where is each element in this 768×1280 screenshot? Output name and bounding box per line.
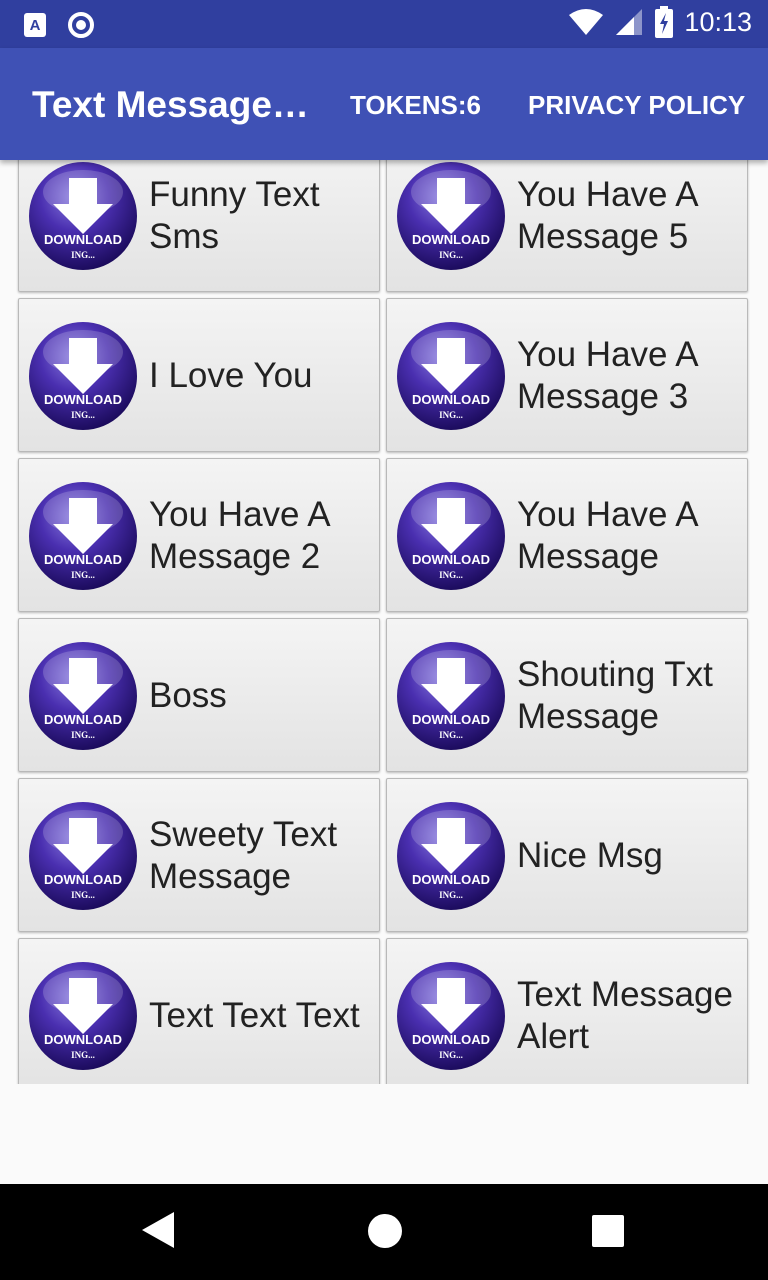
text-a-icon-letter: A — [29, 16, 41, 34]
home-icon[interactable] — [368, 1214, 402, 1248]
ringtone-list[interactable]: DOWNLOAD ING... Funny Text Sms DOWNLOAD … — [0, 160, 768, 1084]
tile-label: Nice Msg — [517, 836, 663, 875]
tile-label: I Love You — [149, 356, 313, 395]
sound-tile-8[interactable]: DOWNLOAD ING... Shouting Txt Message — [386, 618, 748, 772]
download-icon-text: DOWNLOAD — [44, 1032, 122, 1047]
signal-icon — [616, 9, 643, 35]
status-time: 10:13 — [684, 6, 752, 37]
download-icon-text: DOWNLOAD — [412, 712, 490, 727]
download-icon[interactable]: DOWNLOAD ING... — [27, 640, 139, 752]
download-icon[interactable]: DOWNLOAD ING... — [395, 960, 507, 1072]
download-icon-text: DOWNLOAD — [412, 552, 490, 567]
download-icon[interactable]: DOWNLOAD ING... — [395, 320, 507, 432]
download-icon-subtext: ING... — [71, 570, 95, 580]
sound-tile-7[interactable]: DOWNLOAD ING... Boss — [18, 618, 380, 772]
download-icon[interactable]: DOWNLOAD ING... — [395, 480, 507, 592]
tile-label: You Have A Message — [517, 495, 697, 576]
download-icon-subtext: ING... — [439, 890, 463, 900]
sound-tile-12[interactable]: DOWNLOAD ING... Text Message Alert — [386, 938, 748, 1084]
tokens-button[interactable]: TOKENS:6 — [350, 90, 481, 121]
download-icon-text: DOWNLOAD — [412, 232, 490, 247]
sound-tile-6[interactable]: DOWNLOAD ING... You Have A Message — [386, 458, 748, 612]
download-icon[interactable]: DOWNLOAD ING... — [395, 800, 507, 912]
tile-label: You Have A Message 5 — [517, 175, 697, 256]
download-icon[interactable]: DOWNLOAD ING... — [395, 160, 507, 272]
app-title: Text Message… — [32, 84, 309, 125]
battery-icon — [655, 6, 674, 38]
status-bar: A 10:13 — [0, 0, 768, 48]
download-icon[interactable]: DOWNLOAD ING... — [27, 960, 139, 1072]
download-icon-subtext: ING... — [71, 890, 95, 900]
wifi-icon — [569, 9, 604, 35]
download-icon-text: DOWNLOAD — [412, 872, 490, 887]
sound-tile-11[interactable]: DOWNLOAD ING... Text Text Text — [18, 938, 380, 1084]
tile-label: You Have A Message 3 — [517, 335, 697, 416]
privacy-policy-button[interactable]: PRIVACY POLICY — [528, 90, 745, 121]
tile-label: Shouting Txt Message — [517, 655, 713, 736]
back-icon[interactable] — [140, 1210, 176, 1250]
download-icon-text: DOWNLOAD — [44, 392, 122, 407]
download-icon-subtext: ING... — [71, 1050, 95, 1060]
tile-grid: DOWNLOAD ING... Funny Text Sms DOWNLOAD … — [18, 160, 750, 1084]
download-icon-subtext: ING... — [71, 730, 95, 740]
app-bar: Text Message… TOKENS:6 PRIVACY POLICY — [0, 48, 768, 160]
download-icon-subtext: ING... — [71, 410, 95, 420]
tile-label: Funny Text Sms — [149, 175, 320, 256]
download-icon-text: DOWNLOAD — [412, 392, 490, 407]
download-icon-text: DOWNLOAD — [44, 232, 122, 247]
sound-tile-10[interactable]: DOWNLOAD ING... Nice Msg — [386, 778, 748, 932]
download-icon-subtext: ING... — [439, 730, 463, 740]
download-icon-text: DOWNLOAD — [44, 712, 122, 727]
sound-tile-4[interactable]: DOWNLOAD ING... You Have A Message 3 — [386, 298, 748, 452]
tile-label: Sweety Text Message — [149, 815, 338, 896]
sound-tile-9[interactable]: DOWNLOAD ING... Sweety Text Message — [18, 778, 380, 932]
download-icon[interactable]: DOWNLOAD ING... — [27, 800, 139, 912]
download-icon[interactable]: DOWNLOAD ING... — [27, 320, 139, 432]
tile-label: You Have A Message 2 — [149, 495, 329, 576]
download-icon-subtext: ING... — [439, 1050, 463, 1060]
download-icon[interactable]: DOWNLOAD ING... — [27, 160, 139, 272]
download-icon-subtext: ING... — [439, 250, 463, 260]
navigation-bar — [0, 1184, 768, 1280]
download-icon-text: DOWNLOAD — [44, 552, 122, 567]
sound-tile-2[interactable]: DOWNLOAD ING... You Have A Message 5 — [386, 160, 748, 292]
circle-icon — [68, 12, 94, 38]
download-icon-text: DOWNLOAD — [44, 872, 122, 887]
download-icon-subtext: ING... — [439, 570, 463, 580]
tile-label: Text Message Alert — [517, 975, 733, 1056]
sound-tile-1[interactable]: DOWNLOAD ING... Funny Text Sms — [18, 160, 380, 292]
download-icon[interactable]: DOWNLOAD ING... — [27, 480, 139, 592]
recents-icon[interactable] — [592, 1215, 624, 1247]
tile-label: Boss — [149, 676, 227, 715]
sound-tile-5[interactable]: DOWNLOAD ING... You Have A Message 2 — [18, 458, 380, 612]
download-icon[interactable]: DOWNLOAD ING... — [395, 640, 507, 752]
download-icon-subtext: ING... — [71, 250, 95, 260]
download-icon-subtext: ING... — [439, 410, 463, 420]
download-icon-text: DOWNLOAD — [412, 1032, 490, 1047]
tile-label: Text Text Text — [149, 996, 360, 1035]
sound-tile-3[interactable]: DOWNLOAD ING... I Love You — [18, 298, 380, 452]
text-a-icon: A — [24, 13, 46, 37]
